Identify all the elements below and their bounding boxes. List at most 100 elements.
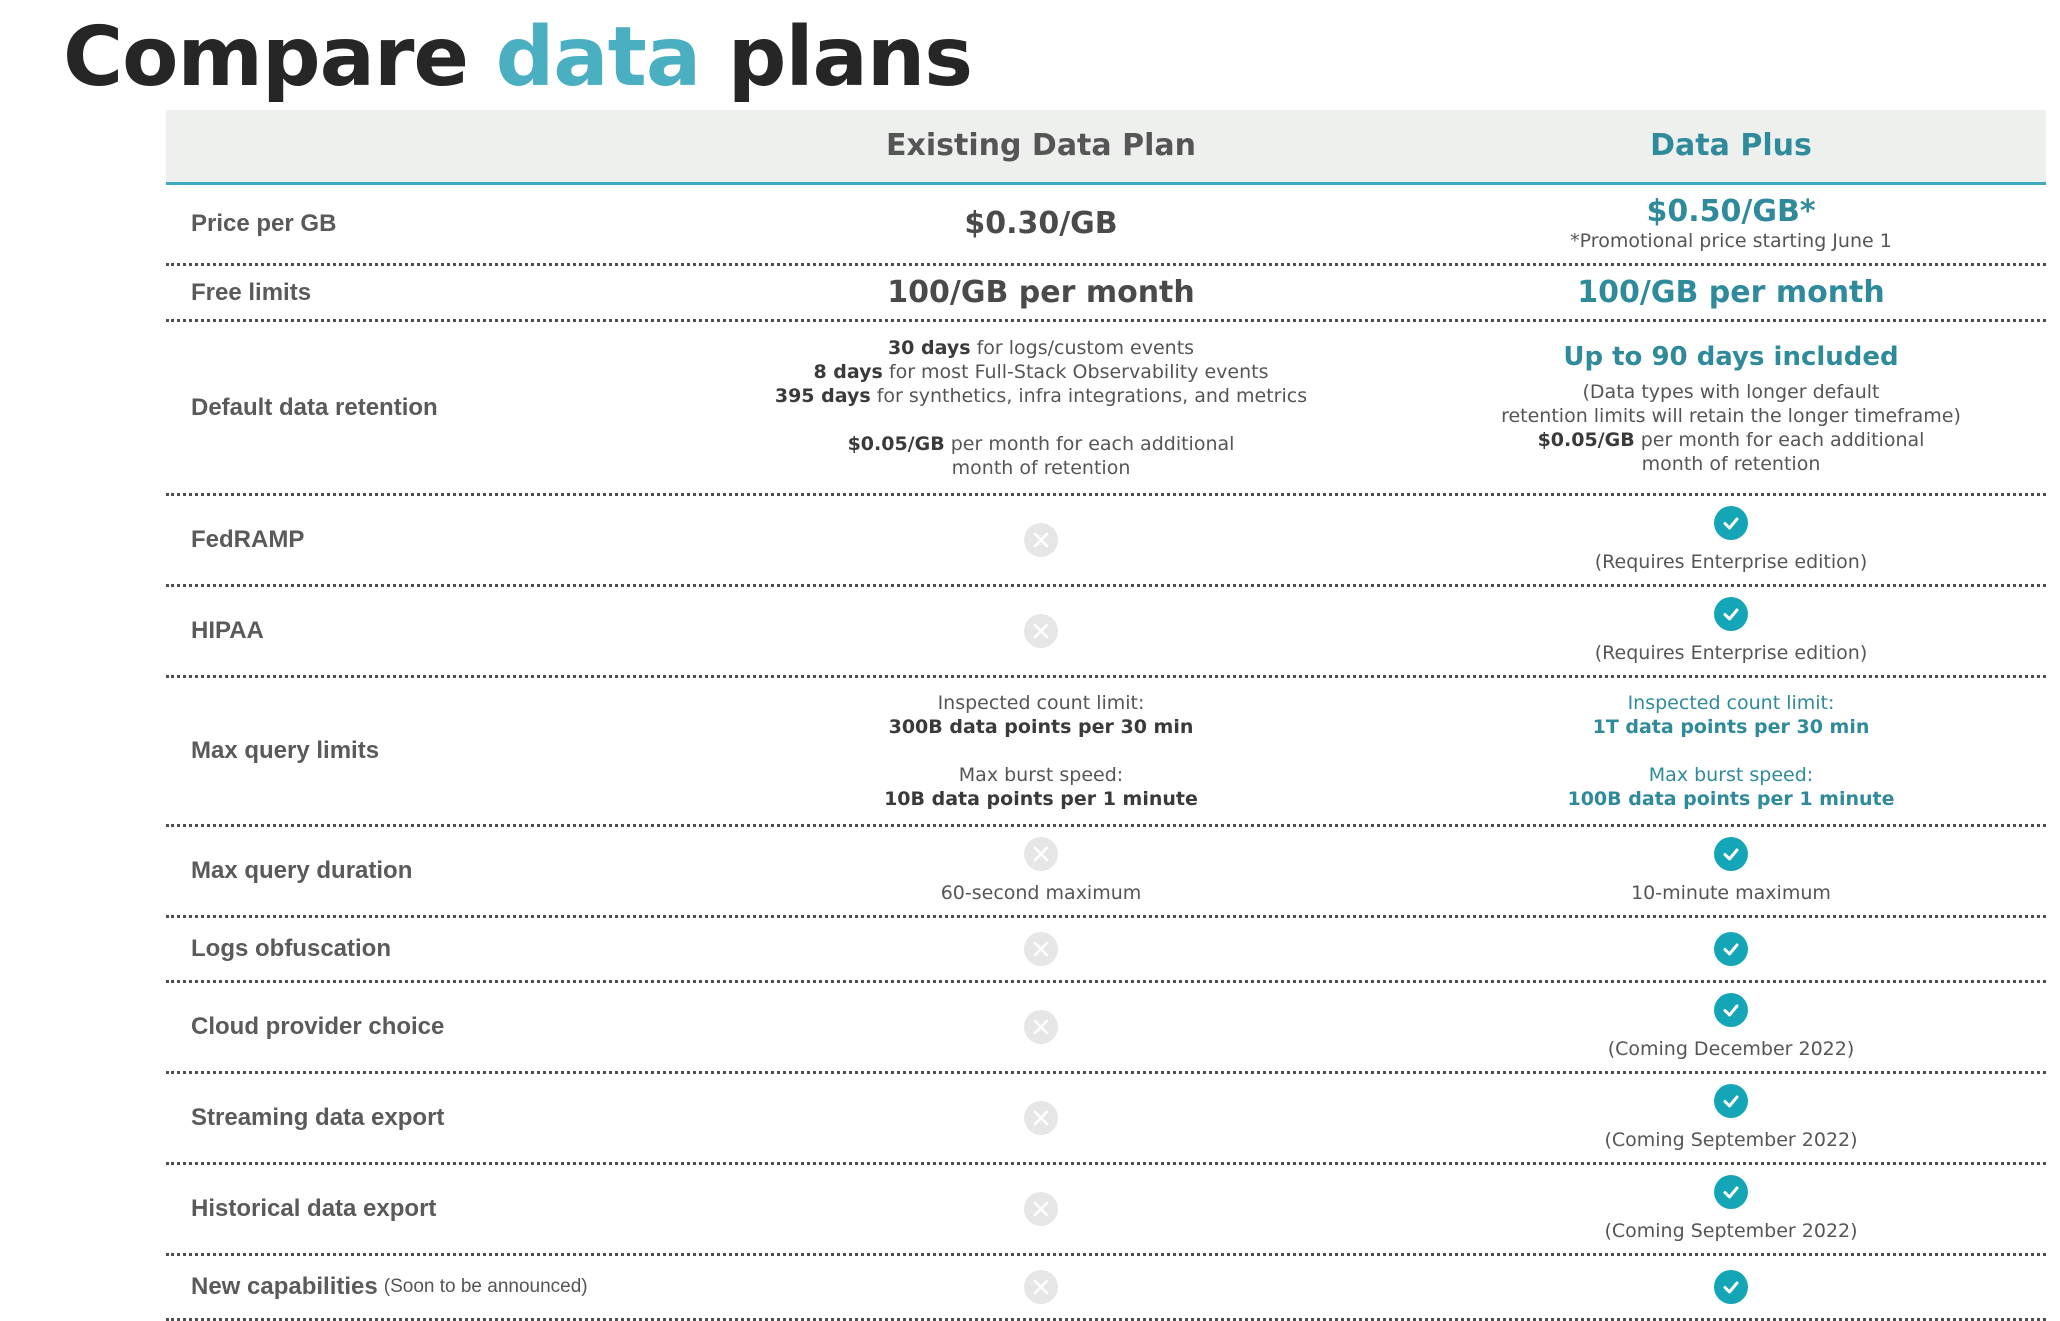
row-label: New capabilities (Soon to be announced) [191,1256,588,1318]
row-label: Max query limits [191,737,380,764]
table-row-historical-export: Historical data export (Coming September… [166,1165,2046,1256]
x-icon [1024,523,1058,557]
new-capabilities-note: (Soon to be announced) [383,1276,588,1297]
table-row-hipaa: HIPAA (Requires Enterprise edition) [166,587,2046,678]
duration-existing-note: 60-second maximum [940,882,1142,904]
retention-days-metrics: 395 days [774,384,871,407]
check-icon [1714,597,1748,631]
retention-plus-headline: Up to 90 days included [1563,341,1899,372]
cell-plus: (Coming September 2022) [1386,1165,2060,1253]
cell-plus [1386,1256,2060,1318]
cell-plus: $0.50/GB* *Promotional price starting Ju… [1386,185,2060,263]
retention-text-events: for most Full-Stack Observability events [882,360,1269,383]
page-title: Compare data plans [63,8,973,108]
check-icon [1714,1270,1748,1304]
check-icon [1714,837,1748,871]
retention-text-metrics: for synthetics, infra integrations, and … [870,384,1308,407]
retention-line-3: 395 days for synthetics, infra integrati… [775,384,1307,408]
burst-value-plus: 100B data points per 1 minute [1567,787,1894,811]
x-icon [1024,614,1058,648]
cell-plus: (Requires Enterprise edition) [1386,587,2060,675]
inspected-label-plus: Inspected count limit: [1627,692,1835,714]
check-icon [1714,1175,1748,1209]
cloud-plus-note: (Coming December 2022) [1607,1038,1855,1060]
row-label: Cloud provider choice [191,1013,445,1040]
cell-plus [1386,918,2060,980]
burst-value-plus-text: 100B data points per 1 minute [1567,788,1895,810]
cell-existing [696,1256,1386,1318]
cell-plus: (Coming September 2022) [1386,1074,2060,1162]
table-row-logs-obfuscation: Logs obfuscation [166,918,2046,983]
row-label: Default data retention [191,393,438,421]
burst-label: Max burst speed: [958,764,1124,786]
cell-existing: Inspected count limit: 300B data points … [696,678,1386,824]
hipaa-plus-note: (Requires Enterprise edition) [1594,642,1868,664]
cell-existing [696,918,1386,980]
cell-plus: (Requires Enterprise edition) [1386,496,2060,584]
cell-existing: 60-second maximum [696,827,1386,915]
table-row-fedramp: FedRAMP (Requires Enterprise edition) [166,496,2046,587]
duration-plus-note: 10-minute maximum [1631,882,1831,904]
cell-plus: Inspected count limit: 1T data points pe… [1386,678,2060,824]
new-capabilities-label: New capabilities [191,1273,378,1300]
cell-existing [696,983,1386,1071]
row-label: HIPAA [191,617,264,644]
title-word-3: plans [727,10,973,105]
row-label: Max query duration [191,857,413,884]
x-icon [1024,1270,1058,1304]
cell-existing: 100/GB per month [696,266,1386,319]
column-header-plus: Data Plus [1650,128,1812,163]
retention-plus-price-line: $0.05/GB per month for each additional [1538,428,1925,452]
burst-value-text: 10B data points per 1 minute [884,788,1198,810]
burst-label-plus: Max burst speed: [1648,764,1814,786]
row-label: Historical data export [191,1195,437,1222]
x-icon [1024,1010,1058,1044]
inspected-label: Inspected count limit: [937,692,1145,714]
row-label: Logs obfuscation [191,935,391,962]
retention-price-line-2: month of retention [951,456,1131,479]
burst-value: 10B data points per 1 minute [884,787,1198,811]
x-icon [1024,837,1058,871]
inspected-value-plus: 1T data points per 30 min [1593,715,1870,739]
x-icon [1024,932,1058,966]
cell-existing [696,496,1386,584]
streaming-plus-note: (Coming September 2022) [1604,1129,1858,1151]
cell-existing [696,1074,1386,1162]
inspected-value: 300B data points per 30 min [889,715,1194,739]
table-header: Existing Data Plan Data Plus [166,110,2046,185]
fedramp-plus-note: (Requires Enterprise edition) [1594,551,1868,573]
retention-plus-price: $0.05/GB [1537,428,1635,451]
comparison-table: Existing Data Plan Data Plus Price per G… [166,110,2046,1321]
table-row-query-duration: Max query duration 60-second maximum 10-… [166,827,2046,918]
row-label: Free limits [191,278,312,306]
cell-existing: $0.30/GB [696,185,1386,263]
cell-existing: 30 days for logs/custom events 8 days fo… [696,322,1386,493]
cell-existing [696,1165,1386,1253]
price-plus: $0.50/GB* [1646,194,1816,229]
table-row-new-capabilities: New capabilities (Soon to be announced) [166,1256,2046,1321]
table-row-free-limits: Free limits 100/GB per month 100/GB per … [166,266,2046,322]
retention-text-logs: for logs/custom events [970,336,1195,359]
retention-plus-note-2: retention limits will retain the longer … [1501,404,1961,427]
check-icon [1714,993,1748,1027]
table-row-cloud-provider: Cloud provider choice (Coming December 2… [166,983,2046,1074]
retention-days-logs: 30 days [887,336,971,359]
table-row-query-limits: Max query limits Inspected count limit: … [166,678,2046,827]
retention-price-text: per month for each additional [944,432,1235,455]
cell-plus: Up to 90 days included (Data types with … [1386,322,2060,493]
cell-existing [696,587,1386,675]
title-word-1: Compare [63,10,469,105]
retention-plus-price-line-2: month of retention [1641,452,1821,475]
check-icon [1714,1084,1748,1118]
title-word-accent: data [495,10,702,105]
row-label: Price per GB [191,210,337,237]
historical-plus-note: (Coming September 2022) [1604,1220,1858,1242]
row-label: FedRAMP [191,526,305,553]
cell-plus: (Coming December 2022) [1386,983,2060,1071]
retention-price: $0.05/GB [847,432,945,455]
free-existing: 100/GB per month [887,274,1195,310]
price-existing: $0.30/GB [964,206,1118,241]
retention-line-2: 8 days for most Full-Stack Observability… [813,360,1268,384]
table-row-retention: Default data retention 30 days for logs/… [166,322,2046,496]
cell-plus: 10-minute maximum [1386,827,2060,915]
